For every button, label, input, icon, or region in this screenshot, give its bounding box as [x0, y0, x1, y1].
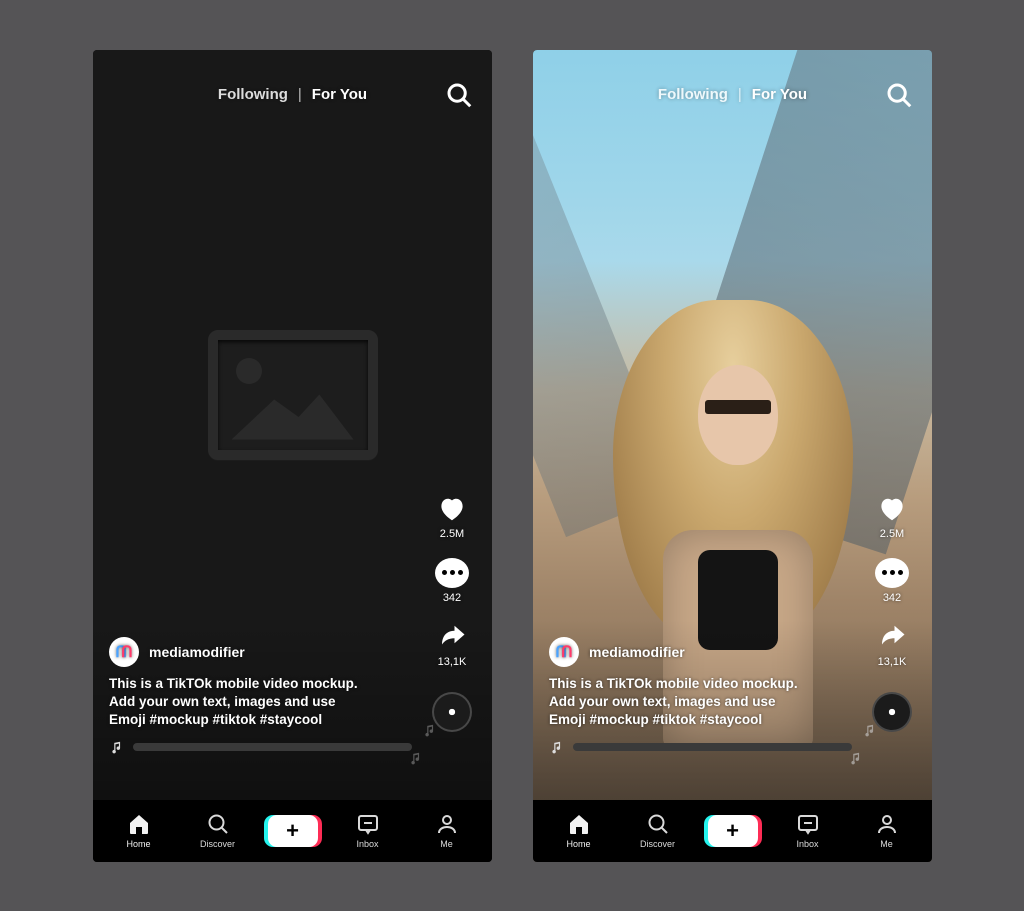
search-icon[interactable]: [884, 80, 914, 110]
nav-inbox[interactable]: Inbox: [339, 812, 397, 849]
tab-for-you[interactable]: For You: [312, 86, 367, 103]
image-placeholder-icon: [208, 330, 378, 460]
comment-button[interactable]: 342: [875, 558, 909, 604]
nav-discover-label: Discover: [200, 839, 235, 849]
nav-discover-label: Discover: [640, 839, 675, 849]
comment-button[interactable]: 342: [435, 558, 469, 604]
phone-mockup-photo: Following | For You 2.5M 342 13,1K: [533, 50, 932, 862]
avatar[interactable]: ᑎᑎ: [549, 637, 579, 667]
share-button[interactable]: 13,1K: [435, 622, 469, 668]
avatar[interactable]: ᑎᑎ: [109, 637, 139, 667]
comment-icon: [435, 558, 469, 588]
person-icon: [875, 812, 899, 836]
music-track-bar: [133, 743, 412, 751]
nav-discover[interactable]: Discover: [189, 812, 247, 849]
author-row[interactable]: ᑎᑎ mediamodifier: [549, 637, 852, 667]
plus-icon: +: [726, 818, 739, 844]
music-row[interactable]: [109, 740, 412, 754]
share-icon: [435, 622, 469, 652]
bottom-nav: Home Discover + Inbox Me: [533, 800, 932, 862]
nav-inbox-label: Inbox: [796, 839, 818, 849]
nav-me-label: Me: [440, 839, 453, 849]
share-count: 13,1K: [438, 656, 467, 668]
nav-me-label: Me: [880, 839, 893, 849]
action-rail: 2.5M 342 13,1K: [862, 494, 922, 732]
comment-count: 342: [883, 592, 901, 604]
caption-line: This is a TikTOk mobile video mockup.: [549, 675, 852, 693]
share-icon: [875, 622, 909, 652]
share-button[interactable]: 13,1K: [875, 622, 909, 668]
username[interactable]: mediamodifier: [149, 644, 245, 660]
caption-block: ᑎᑎ mediamodifier This is a TikTOk mobile…: [549, 637, 852, 754]
nav-home[interactable]: Home: [550, 812, 608, 849]
share-count: 13,1K: [878, 656, 907, 668]
inbox-icon: [356, 812, 380, 836]
plus-icon: +: [286, 818, 299, 844]
music-note-icon: [549, 740, 563, 754]
search-icon: [206, 812, 230, 836]
create-button[interactable]: +: [708, 815, 758, 847]
tab-separator: |: [298, 86, 302, 103]
nav-inbox-label: Inbox: [356, 839, 378, 849]
tab-following[interactable]: Following: [658, 86, 728, 103]
caption-line: Add your own text, images and use: [109, 693, 412, 711]
phone-mockup-placeholder: Following | For You 2.5M 342 13,1K: [93, 50, 492, 862]
action-rail: 2.5M 342 13,1K: [422, 494, 482, 732]
bottom-nav: Home Discover + Inbox Me: [93, 800, 492, 862]
home-icon: [127, 812, 151, 836]
caption-line: Add your own text, images and use: [549, 693, 852, 711]
nav-home-label: Home: [566, 839, 590, 849]
username[interactable]: mediamodifier: [589, 644, 685, 660]
tab-following[interactable]: Following: [218, 86, 288, 103]
nav-me[interactable]: Me: [858, 812, 916, 849]
heart-icon: [875, 494, 909, 524]
music-row[interactable]: [549, 740, 852, 754]
nav-home-label: Home: [126, 839, 150, 849]
tab-for-you[interactable]: For You: [752, 86, 807, 103]
nav-home[interactable]: Home: [110, 812, 168, 849]
home-icon: [567, 812, 591, 836]
like-count: 2.5M: [880, 528, 904, 540]
music-disc[interactable]: [432, 692, 472, 732]
like-button[interactable]: 2.5M: [435, 494, 469, 540]
nav-inbox[interactable]: Inbox: [779, 812, 837, 849]
create-button[interactable]: +: [268, 815, 318, 847]
caption-line: Emoji #mockup #tiktok #staycool: [549, 711, 852, 729]
search-icon: [646, 812, 670, 836]
caption-line: This is a TikTOk mobile video mockup.: [109, 675, 412, 693]
inbox-icon: [796, 812, 820, 836]
tab-separator: |: [738, 86, 742, 103]
music-note-icon: [109, 740, 123, 754]
caption-text: This is a TikTOk mobile video mockup. Ad…: [109, 675, 412, 730]
search-icon[interactable]: [444, 80, 474, 110]
nav-discover[interactable]: Discover: [629, 812, 687, 849]
comment-icon: [875, 558, 909, 588]
nav-me[interactable]: Me: [418, 812, 476, 849]
author-row[interactable]: ᑎᑎ mediamodifier: [109, 637, 412, 667]
like-count: 2.5M: [440, 528, 464, 540]
heart-icon: [435, 494, 469, 524]
music-track-bar: [573, 743, 852, 751]
caption-block: ᑎᑎ mediamodifier This is a TikTOk mobile…: [109, 637, 412, 754]
caption-line: Emoji #mockup #tiktok #staycool: [109, 711, 412, 729]
person-icon: [435, 812, 459, 836]
like-button[interactable]: 2.5M: [875, 494, 909, 540]
caption-text: This is a TikTOk mobile video mockup. Ad…: [549, 675, 852, 730]
comment-count: 342: [443, 592, 461, 604]
music-disc[interactable]: [872, 692, 912, 732]
